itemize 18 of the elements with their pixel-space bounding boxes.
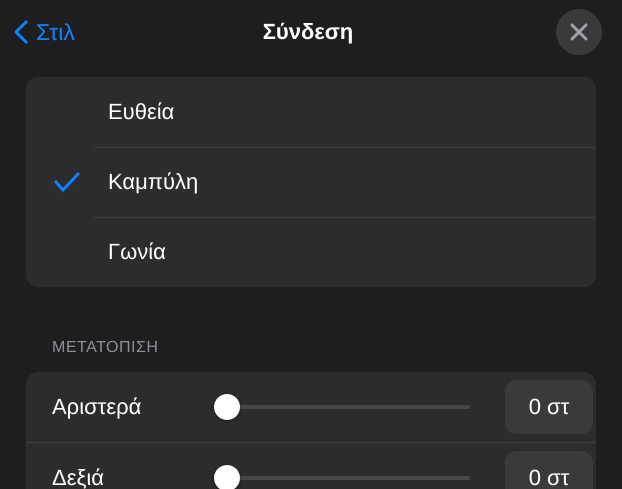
close-icon: [570, 23, 588, 41]
back-button[interactable]: Στιλ: [14, 18, 75, 46]
slider-thumb[interactable]: [214, 465, 240, 489]
section-heading: ΜΕΤΑΤΟΠΙΣΗ: [52, 339, 158, 357]
option-label: Ευθεία: [108, 99, 174, 125]
slider-thumb[interactable]: [214, 394, 240, 420]
option-label: Καμπύλη: [108, 169, 198, 195]
chevron-left-icon: [14, 20, 28, 44]
slider-label: Δεξιά: [52, 465, 104, 489]
option-label: Γωνία: [108, 239, 166, 265]
option-row[interactable]: Καμπύλη: [26, 147, 596, 217]
close-button[interactable]: [556, 9, 602, 55]
value-field[interactable]: 0 στ: [505, 380, 593, 434]
value-field[interactable]: 0 στ: [505, 451, 593, 489]
option-row[interactable]: Ευθεία: [26, 77, 596, 147]
slider-label: Αριστερά: [52, 394, 142, 420]
option-row[interactable]: Γωνία: [26, 217, 596, 287]
panel-title: Σύνδεση: [262, 19, 354, 45]
